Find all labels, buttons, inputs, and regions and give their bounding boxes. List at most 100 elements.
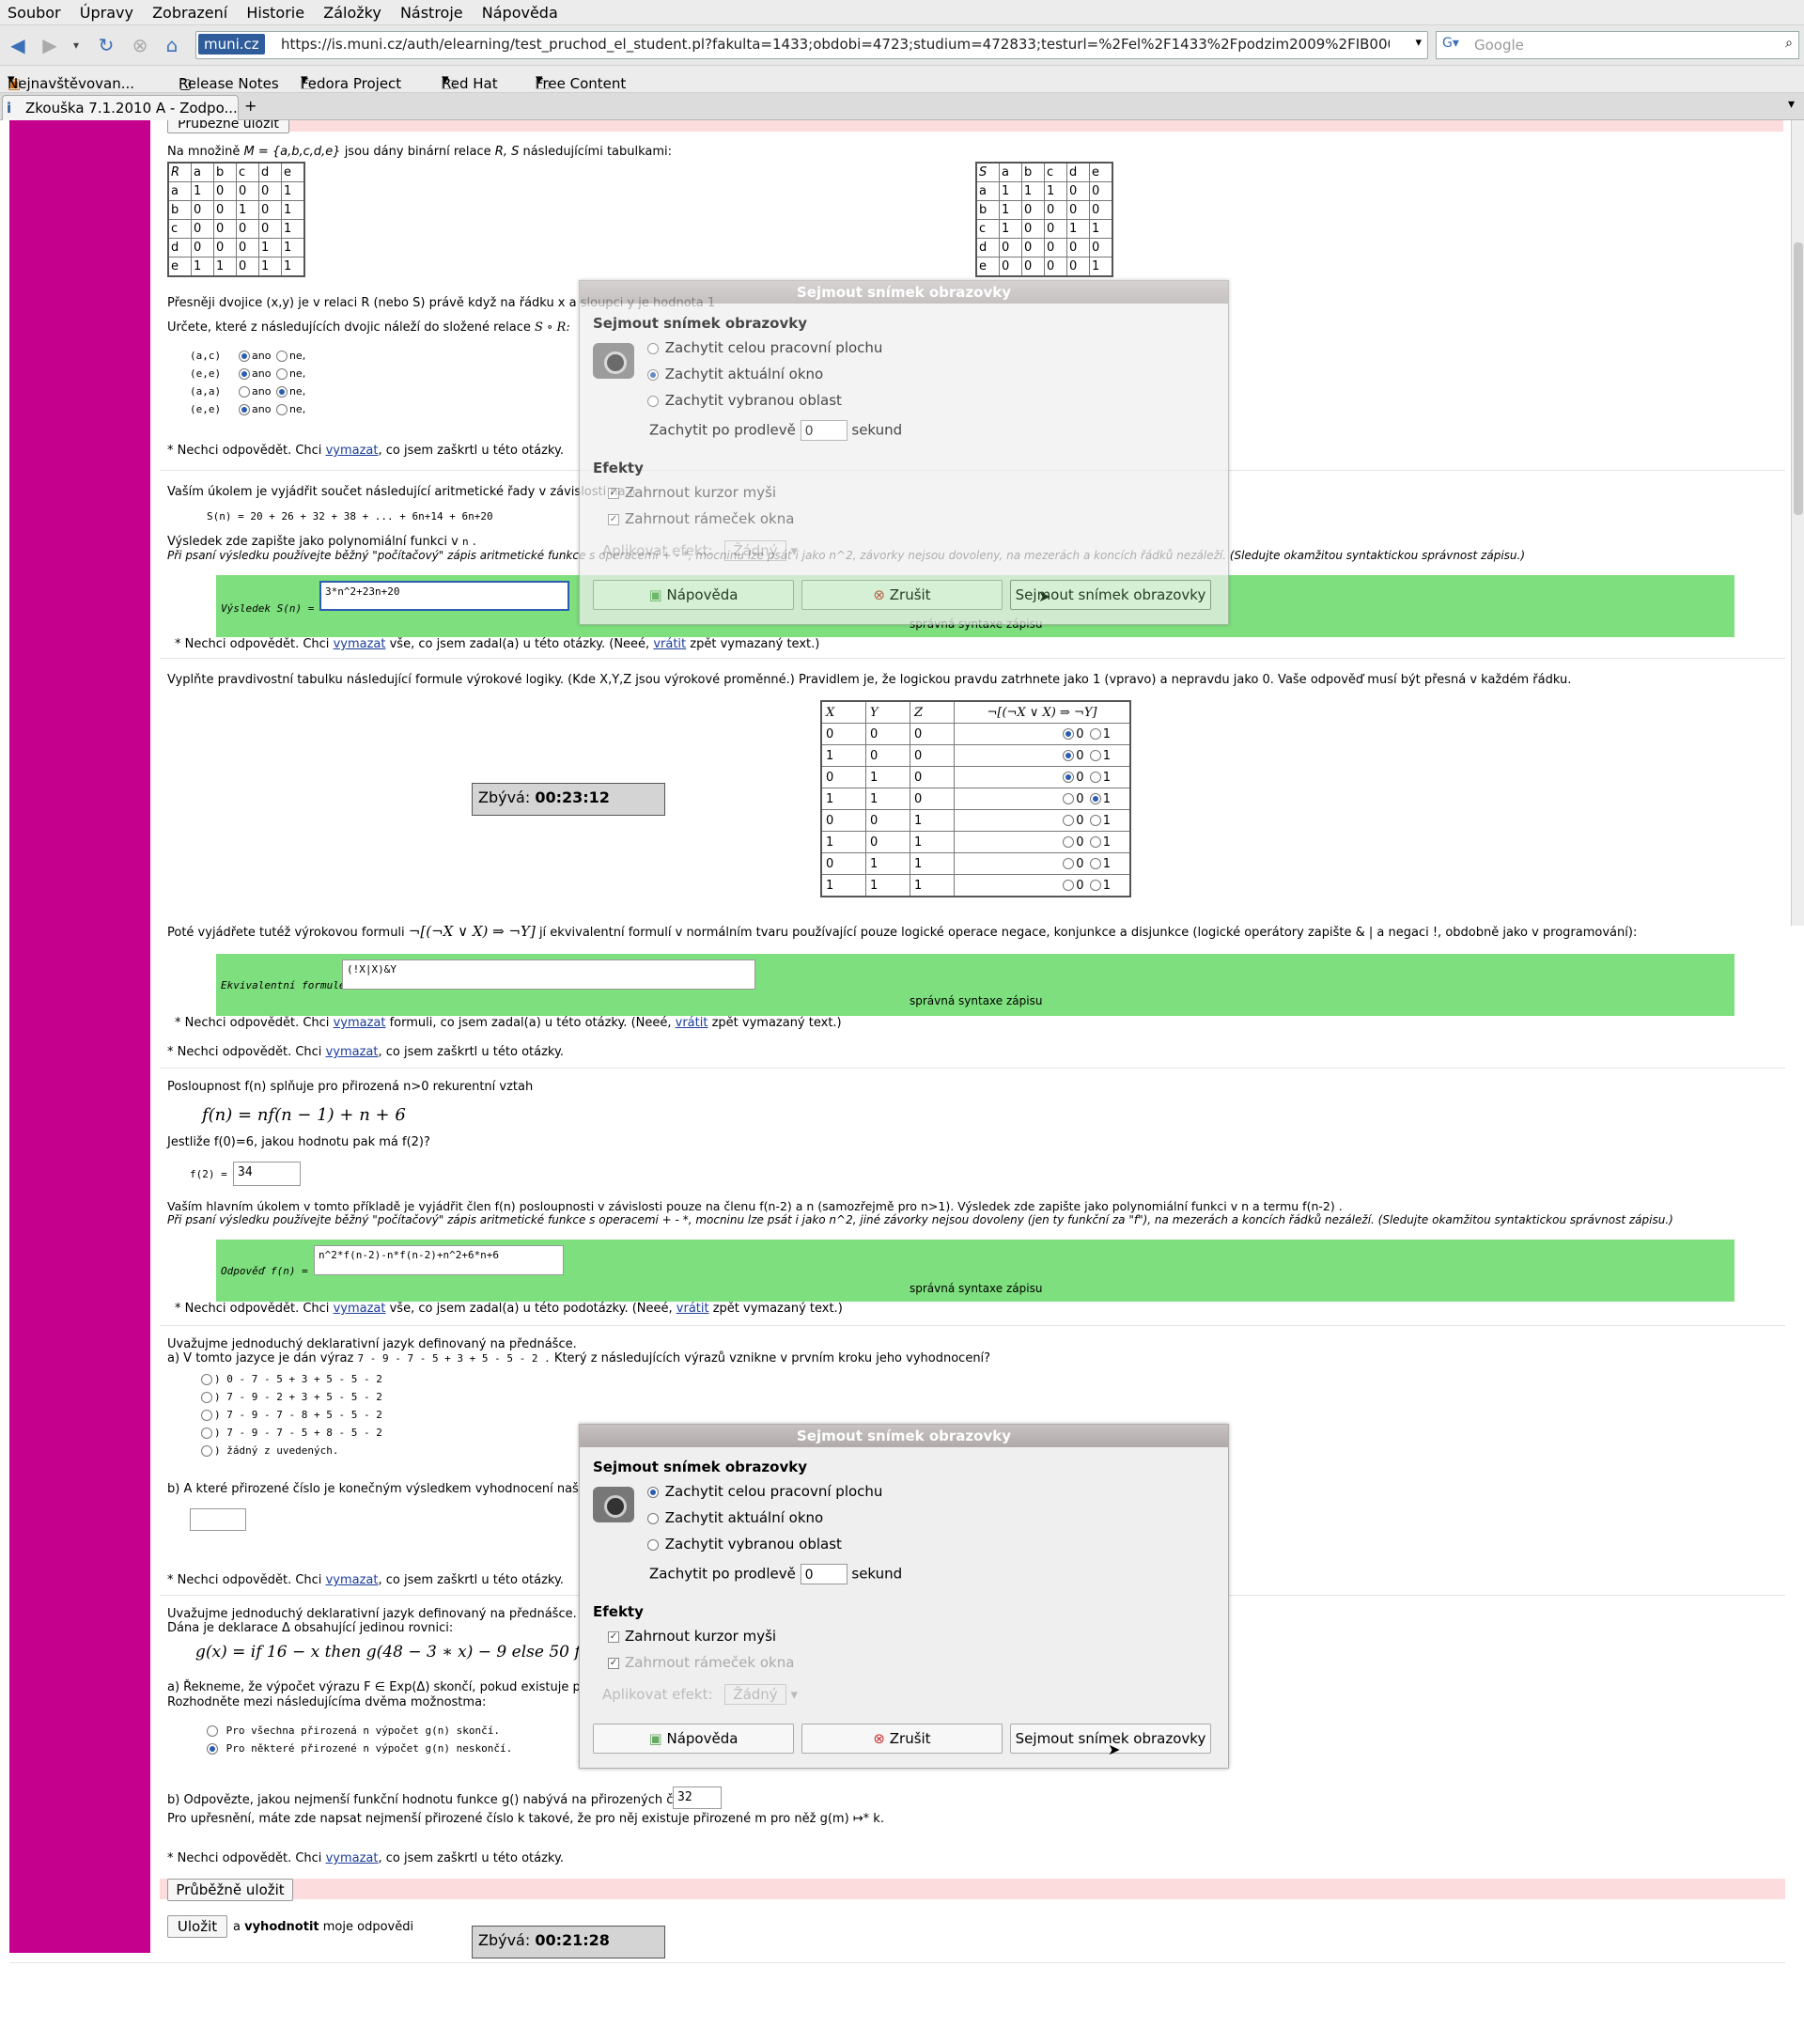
q4-restore-link[interactable]: vrátit bbox=[676, 1302, 709, 1316]
cancel-button[interactable]: ⊗ Zrušit bbox=[801, 1724, 1003, 1754]
cancel-button[interactable]: ⊗ Zrušit bbox=[801, 580, 1003, 610]
delay-spinner[interactable]: 0 bbox=[800, 420, 848, 441]
radio-true[interactable] bbox=[1089, 728, 1101, 740]
option-desktop[interactable]: Zachytit celou pracovní plochu bbox=[645, 1483, 882, 1500]
q1-clear-link[interactable]: vymazat bbox=[326, 444, 379, 458]
search-icon[interactable]: ⌕ bbox=[1785, 36, 1793, 51]
cursor-option[interactable]: ✓ Zahrnout kurzor myši bbox=[608, 484, 776, 501]
radio-window[interactable] bbox=[647, 1512, 659, 1524]
cursor-option[interactable]: ✓ Zahrnout kurzor myši bbox=[608, 1628, 776, 1645]
q2-restore-link[interactable]: vrátit bbox=[653, 637, 686, 651]
vertical-scrollbar[interactable] bbox=[1791, 120, 1804, 926]
radio-area[interactable] bbox=[647, 395, 659, 407]
menu-view[interactable]: Zobrazení bbox=[145, 0, 235, 22]
q5-option[interactable]: ) žádný z uvedených. bbox=[199, 1444, 338, 1457]
q6-radio-1[interactable] bbox=[207, 1725, 218, 1737]
radio-false[interactable] bbox=[1063, 880, 1075, 891]
cursor-checkbox[interactable]: ✓ bbox=[608, 1631, 619, 1643]
border-option[interactable]: ✓ Zahrnout rámeček okna bbox=[608, 510, 794, 527]
q5-option[interactable]: ) 7 - 9 - 7 - 8 + 5 - 5 - 2 bbox=[199, 1409, 382, 1421]
q5-option[interactable]: ) 7 - 9 - 7 - 5 + 8 - 5 - 2 bbox=[199, 1427, 382, 1439]
q3-formula-input[interactable]: (!X|X)&Y bbox=[342, 960, 755, 990]
radio-no[interactable] bbox=[275, 351, 288, 362]
radio-window[interactable] bbox=[647, 368, 659, 381]
menu-edit[interactable]: Úpravy bbox=[72, 0, 141, 22]
delay-spinner[interactable]: 0 bbox=[800, 1564, 848, 1584]
menu-history[interactable]: Historie bbox=[239, 0, 312, 22]
menu-bookmarks[interactable]: Záložky bbox=[316, 0, 389, 22]
site-identity-badge[interactable]: muni.cz bbox=[198, 34, 265, 55]
top-save-button[interactable]: Průběžně uložit bbox=[167, 120, 289, 133]
q5-radio[interactable] bbox=[201, 1374, 212, 1385]
q4-f2-input[interactable]: 34 bbox=[233, 1162, 301, 1186]
screenshot-dialog-ghost[interactable]: Sejmout snímek obrazovky Sejmout snímek … bbox=[579, 280, 1229, 625]
border-checkbox[interactable]: ✓ bbox=[608, 1657, 619, 1669]
q6-radio-2[interactable] bbox=[207, 1743, 218, 1755]
bookmark-free-content[interactable]: 🗀 Free Content ▾ bbox=[536, 70, 626, 93]
submit-button[interactable]: Uložit bbox=[167, 1915, 227, 1938]
menu-help[interactable]: Nápověda bbox=[474, 0, 566, 22]
q5-option[interactable]: ) 7 - 9 - 2 + 3 + 5 - 5 - 2 bbox=[199, 1391, 382, 1403]
menu-tools[interactable]: Nástroje bbox=[393, 0, 471, 22]
option-window[interactable]: Zachytit aktuální okno bbox=[645, 366, 823, 382]
q3-clear-link-b[interactable]: vymazat bbox=[326, 1045, 379, 1059]
stop-icon[interactable]: ⊗ bbox=[128, 33, 152, 57]
option-window[interactable]: Zachytit aktuální okno bbox=[645, 1509, 823, 1526]
bookmark-most-visited[interactable]: ▣ Nejnavštěvovan... ▾ bbox=[8, 70, 134, 92]
radio-no[interactable] bbox=[275, 386, 288, 398]
q3-restore-link[interactable]: vrátit bbox=[676, 1016, 708, 1030]
q4-answer-input[interactable]: n^2*f(n-2)-n*f(n-2)+n^2+6*n+6 bbox=[314, 1245, 564, 1275]
search-input[interactable]: G▾ Google ⌕ bbox=[1436, 31, 1799, 59]
radio-false[interactable] bbox=[1063, 772, 1075, 783]
radio-false[interactable] bbox=[1063, 858, 1075, 869]
history-dropdown-icon[interactable]: ▾ bbox=[64, 33, 88, 57]
radio-false[interactable] bbox=[1063, 793, 1075, 804]
radio-true[interactable] bbox=[1089, 815, 1101, 826]
radio-true[interactable] bbox=[1089, 750, 1101, 761]
q6-option-2[interactable]: Pro některé přirozené n výpočet g(n) nes… bbox=[205, 1742, 512, 1755]
radio-true[interactable] bbox=[1089, 880, 1101, 891]
radio-yes[interactable] bbox=[239, 351, 250, 362]
forward-icon[interactable]: ▶ bbox=[38, 33, 62, 57]
bookmark-fedora-project[interactable]: 🗀 Fedora Project ▾ bbox=[301, 70, 401, 93]
q2-clear-link[interactable]: vymazat bbox=[334, 637, 386, 651]
screenshot-dialog[interactable]: Sejmout snímek obrazovky Sejmout snímek … bbox=[579, 1424, 1229, 1769]
radio-false[interactable] bbox=[1063, 815, 1075, 826]
radio-no[interactable] bbox=[275, 404, 288, 415]
radio-true[interactable] bbox=[1089, 836, 1101, 848]
q4-clear-link[interactable]: vymazat bbox=[334, 1302, 386, 1316]
reload-icon[interactable]: ↻ bbox=[94, 33, 118, 57]
tab-list-icon[interactable]: ▾ bbox=[1788, 97, 1795, 112]
q5-radio[interactable] bbox=[201, 1392, 212, 1403]
radio-false[interactable] bbox=[1063, 728, 1075, 740]
effect-select[interactable]: Žádný bbox=[724, 1684, 786, 1705]
home-icon[interactable]: ⌂ bbox=[160, 33, 184, 57]
option-area[interactable]: Zachytit vybranou oblast bbox=[645, 392, 842, 409]
radio-no[interactable] bbox=[275, 368, 288, 380]
radio-yes[interactable] bbox=[239, 386, 250, 398]
radio-true[interactable] bbox=[1089, 858, 1101, 869]
radio-area[interactable] bbox=[647, 1538, 659, 1551]
q6-option-1[interactable]: Pro všechna přirozená n výpočet g(n) sko… bbox=[205, 1724, 500, 1737]
url-dropdown-icon[interactable]: ▾ bbox=[1415, 36, 1422, 50]
effect-select[interactable]: Žádný bbox=[724, 540, 786, 561]
q2-answer-input[interactable]: 3*n^2+23n+20 bbox=[319, 581, 569, 611]
scrollbar-thumb[interactable] bbox=[1794, 242, 1803, 515]
back-icon[interactable]: ◀ bbox=[6, 33, 30, 57]
q5-b-input[interactable] bbox=[190, 1508, 246, 1531]
cursor-checkbox[interactable]: ✓ bbox=[608, 487, 619, 499]
q5-radio[interactable] bbox=[201, 1445, 212, 1457]
option-desktop[interactable]: Zachytit celou pracovní plochu bbox=[645, 339, 882, 356]
q5-radio[interactable] bbox=[201, 1428, 212, 1439]
radio-false[interactable] bbox=[1063, 836, 1075, 848]
google-search-engine-icon[interactable]: G▾ bbox=[1442, 36, 1459, 51]
q6-b-input[interactable]: 32 bbox=[673, 1787, 722, 1809]
q5-clear-link[interactable]: vymazat bbox=[326, 1573, 379, 1587]
bottom-save-button[interactable]: Průběžně uložit bbox=[167, 1879, 293, 1901]
help-button[interactable]: ▣ Nápověda bbox=[593, 580, 794, 610]
url-text[interactable]: https://is.muni.cz/auth/elearning/test_p… bbox=[281, 36, 1390, 53]
radio-yes[interactable] bbox=[239, 368, 250, 380]
q5-option[interactable]: ) 0 - 7 - 5 + 3 + 5 - 5 - 2 bbox=[199, 1373, 382, 1385]
radio-false[interactable] bbox=[1063, 750, 1075, 761]
radio-desktop[interactable] bbox=[647, 1486, 659, 1498]
